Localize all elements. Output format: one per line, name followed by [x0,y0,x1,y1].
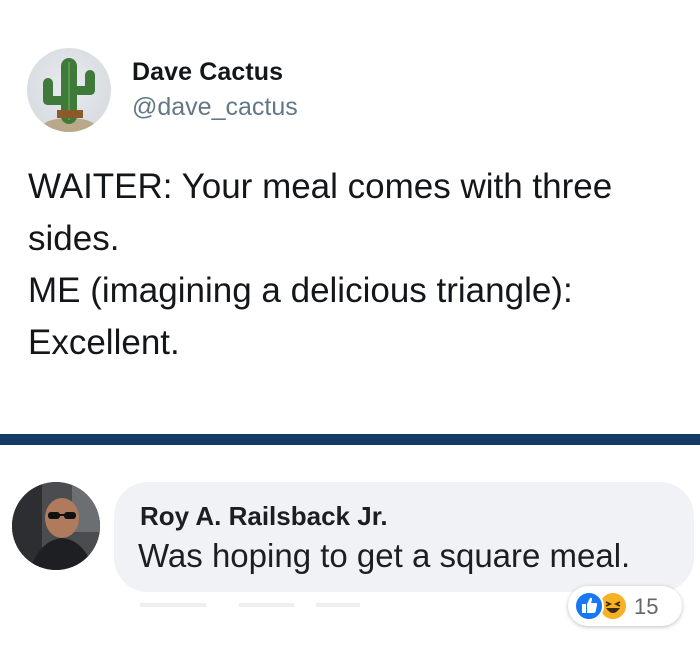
tweet-text-line: Excellent. [28,323,180,362]
comment-text: Was hoping to get a square meal. [138,537,631,574]
reaction-count: 15 [634,594,659,619]
cactus-icon [43,58,95,132]
comment-bubble: Roy A. Railsback Jr. Was hoping to get a… [114,482,694,592]
tweet-author-handle[interactable]: @dave_cactus [132,93,298,122]
reactions-summary[interactable]: 15 [568,586,682,626]
tweet-text-line: sides. [28,219,120,258]
cactus-avatar-icon[interactable] [27,48,111,132]
person-photo-icon [12,482,100,570]
tweet-text-line: WAITER: Your meal comes with three [28,167,613,206]
comment-meta-links [140,603,360,607]
tweet-text: WAITER: Your meal comes with three sides… [28,161,688,369]
tweet-text-line: ME (imagining a delicious triangle): [28,271,573,310]
tweet-card: Dave Cactus @dave_cactus WAITER: Your me… [0,0,700,434]
user-photo-avatar[interactable] [12,482,100,570]
comment-section: Roy A. Railsback Jr. Was hoping to get a… [0,445,700,658]
tweet-author-name[interactable]: Dave Cactus [132,58,283,87]
comment-author-name[interactable]: Roy A. Railsback Jr. [140,501,388,532]
like-icon [574,591,604,621]
section-divider [0,434,700,445]
screenshot-page: Dave Cactus @dave_cactus WAITER: Your me… [0,0,700,658]
